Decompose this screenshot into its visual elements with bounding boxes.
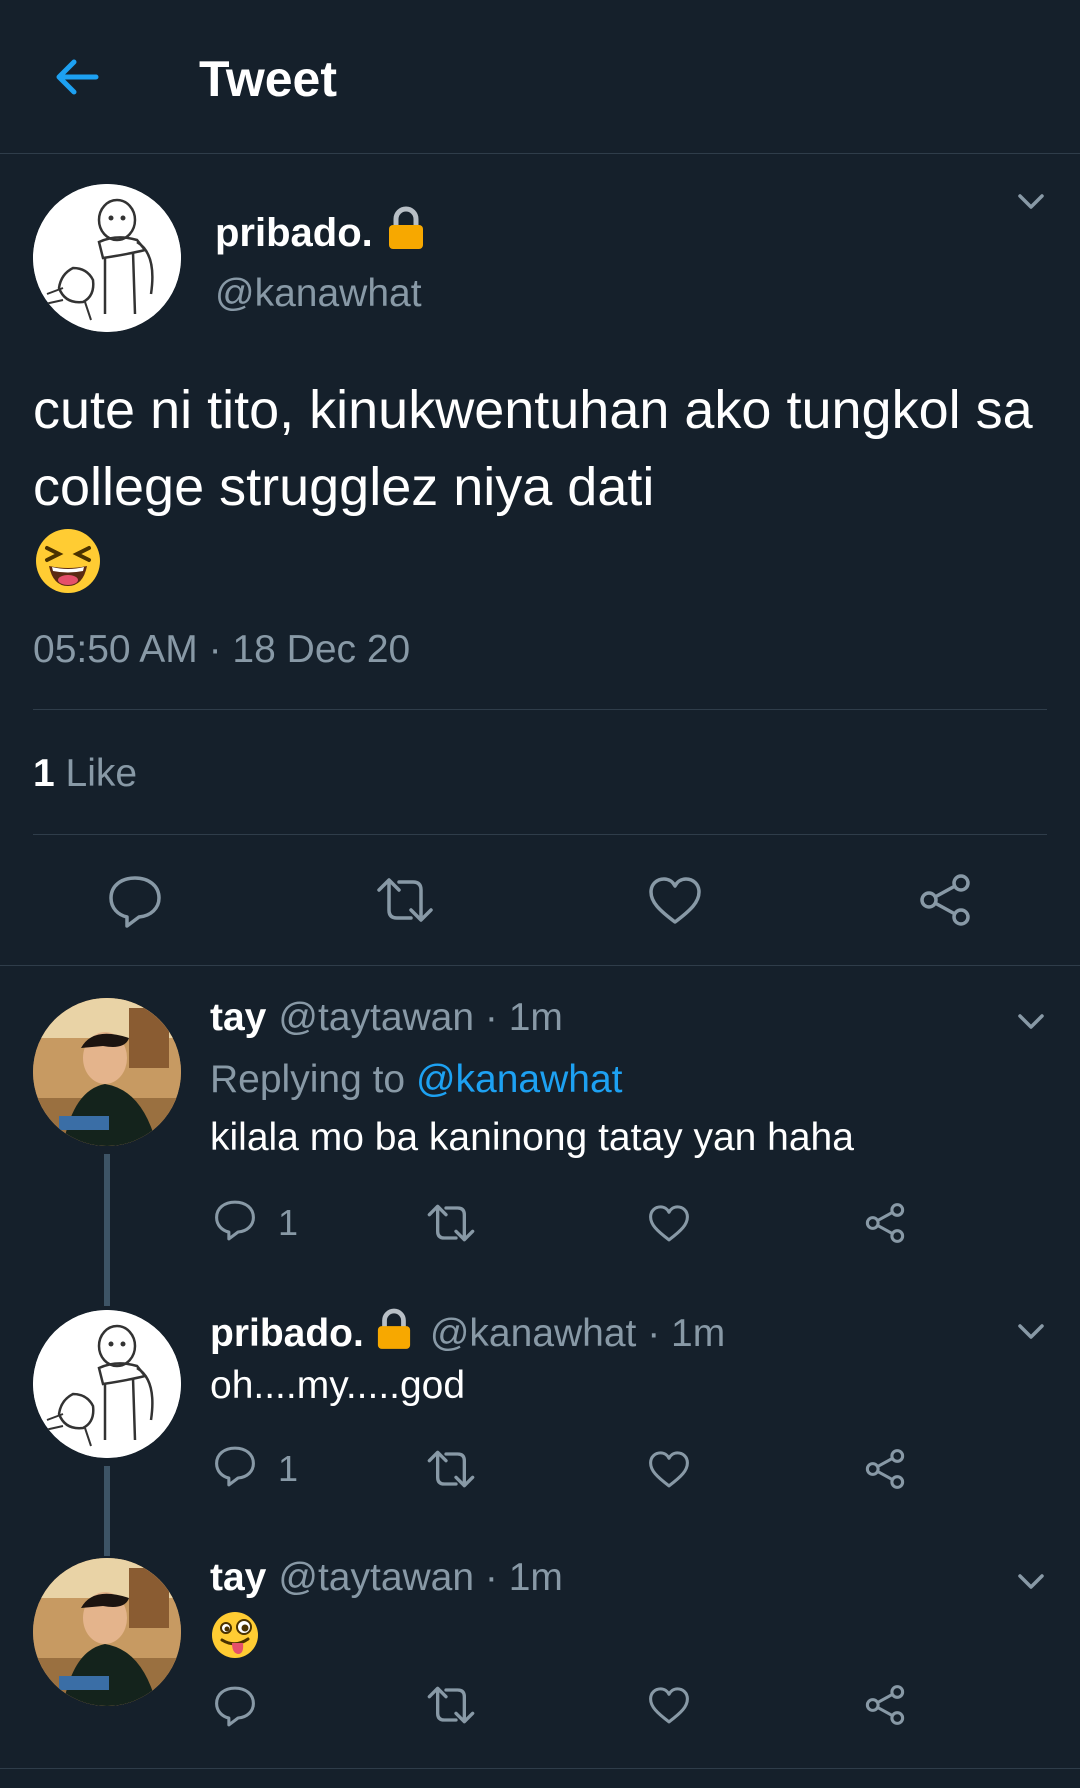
chevron-down-icon[interactable]	[1014, 1314, 1048, 1348]
back-arrow-icon[interactable]	[52, 52, 102, 102]
laughing-emoji-icon	[33, 526, 103, 617]
author-name[interactable]: pribado.	[215, 211, 373, 256]
avatar[interactable]	[33, 184, 181, 332]
replying-to-mention[interactable]: @kanawhat	[416, 1058, 623, 1101]
divider	[0, 1768, 1080, 1769]
reply-tweet[interactable]: pribado. @kanawhat · 1m oh....my.....god…	[0, 1276, 1080, 1526]
share-icon[interactable]	[915, 870, 975, 930]
author-name-row[interactable]: pribado.	[215, 206, 425, 260]
reply-text: oh....my.....god	[210, 1364, 466, 1407]
chevron-down-icon[interactable]	[1014, 1564, 1048, 1598]
page-title: Tweet	[199, 51, 337, 107]
replying-to-prefix: Replying to	[210, 1058, 416, 1101]
thread-line	[104, 1276, 110, 1306]
share-icon[interactable]	[862, 1198, 908, 1248]
reply-author-name[interactable]: tay	[210, 996, 266, 1040]
main-tweet: pribado. @kanawhat cute ni tito, kinukwe…	[0, 154, 1080, 966]
reply-button[interactable]: 1	[212, 1198, 298, 1248]
likes-count: 1	[33, 752, 55, 795]
avatar[interactable]	[33, 998, 181, 1146]
share-icon[interactable]	[862, 1680, 908, 1730]
like-icon[interactable]	[645, 870, 705, 930]
reply-meta[interactable]: @taytawan · 1m	[278, 1556, 563, 1600]
reply-meta[interactable]: @kanawhat · 1m	[430, 1312, 725, 1356]
reply-header: pribado. @kanawhat · 1m	[210, 1308, 725, 1360]
tweet-text: cute ni tito, kinukwentuhan ako tungkol …	[33, 372, 1043, 617]
reply-header: tay @taytawan · 1m	[210, 1556, 563, 1600]
reply-meta[interactable]: @taytawan · 1m	[278, 996, 563, 1040]
reply-header: tay @taytawan · 1m	[210, 996, 563, 1040]
chevron-down-icon[interactable]	[1014, 184, 1048, 218]
tweet-timestamp: 05:50 AM · 18 Dec 20	[33, 628, 411, 671]
lock-icon	[376, 1308, 412, 1360]
retweet-icon[interactable]	[375, 870, 435, 930]
reply-button[interactable]: 1	[212, 1444, 298, 1494]
reply-icon	[212, 1442, 258, 1497]
thread-line	[104, 1526, 110, 1556]
share-icon[interactable]	[862, 1444, 908, 1494]
likes-label: Like	[65, 752, 138, 795]
retweet-icon[interactable]	[426, 1444, 476, 1494]
like-icon[interactable]	[646, 1198, 692, 1248]
author-handle[interactable]: @kanawhat	[215, 272, 422, 316]
winking-tongue-emoji-icon	[210, 1610, 260, 1665]
reply-count: 1	[278, 1448, 299, 1489]
reply-text: kilala mo ba kaninong tatay yan haha	[210, 1116, 854, 1159]
retweet-icon[interactable]	[426, 1198, 476, 1248]
thread-line	[104, 1466, 110, 1526]
reply-count: 1	[278, 1202, 299, 1243]
like-icon[interactable]	[646, 1444, 692, 1494]
likes-summary[interactable]: 1 Like	[33, 752, 137, 796]
avatar[interactable]	[33, 1310, 181, 1458]
reply-author-name[interactable]: pribado.	[210, 1312, 364, 1356]
avatar[interactable]	[33, 1558, 181, 1706]
top-bar: Tweet	[0, 0, 1080, 154]
thread-line	[104, 1154, 110, 1276]
retweet-icon[interactable]	[426, 1680, 476, 1730]
reply-author-name[interactable]: tay	[210, 1556, 266, 1600]
tweet-text-content: cute ni tito, kinukwentuhan ako tungkol …	[33, 380, 1033, 517]
reply-icon[interactable]	[212, 1680, 258, 1730]
lock-icon	[387, 206, 425, 260]
chevron-down-icon[interactable]	[1014, 1004, 1048, 1038]
reply-icon	[212, 1196, 258, 1251]
reply-icon[interactable]	[105, 870, 165, 930]
reply-tweet[interactable]: tay @taytawan · 1m Replying to @kanawhat…	[0, 966, 1080, 1276]
like-icon[interactable]	[646, 1680, 692, 1730]
divider	[33, 709, 1047, 710]
divider	[33, 834, 1047, 835]
reply-tweet[interactable]: tay @taytawan · 1m	[0, 1526, 1080, 1768]
replying-to-line: Replying to @kanawhat	[210, 1058, 623, 1102]
